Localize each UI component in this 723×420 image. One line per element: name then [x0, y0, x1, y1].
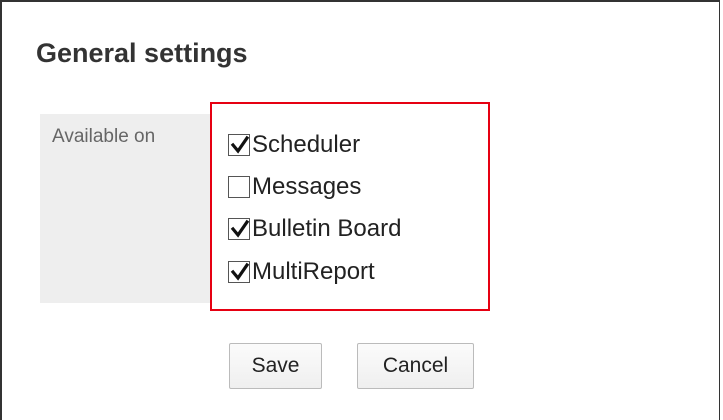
settings-panel: General settings Available on Scheduler … — [0, 0, 720, 420]
option-bulletin-board[interactable]: Bulletin Board — [228, 214, 401, 244]
option-label-bulletin-board: Bulletin Board — [252, 215, 402, 242]
checkbox-scheduler[interactable] — [228, 134, 250, 156]
checkmark-icon — [230, 135, 250, 154]
option-label-scheduler: Scheduler — [252, 131, 361, 158]
option-multireport[interactable]: MultiReport — [228, 257, 375, 287]
option-label-multireport: MultiReport — [252, 258, 375, 285]
field-label: Available on — [52, 126, 156, 147]
option-messages[interactable]: Messages — [228, 172, 361, 202]
cancel-button[interactable]: Cancel — [357, 343, 474, 389]
checkmark-icon — [230, 262, 250, 281]
save-button[interactable]: Save — [229, 343, 322, 389]
highlight-box: Scheduler Messages Bulletin Board MultiR… — [210, 102, 490, 311]
checkbox-messages[interactable] — [228, 176, 250, 198]
option-label-messages: Messages — [252, 173, 362, 200]
checkbox-multireport[interactable] — [228, 261, 250, 283]
field-label-cell: Available on — [40, 114, 210, 303]
checkmark-icon — [230, 219, 250, 238]
checkbox-bulletin-board[interactable] — [228, 218, 250, 240]
option-scheduler[interactable]: Scheduler — [228, 130, 360, 160]
page-title: General settings — [36, 38, 248, 68]
